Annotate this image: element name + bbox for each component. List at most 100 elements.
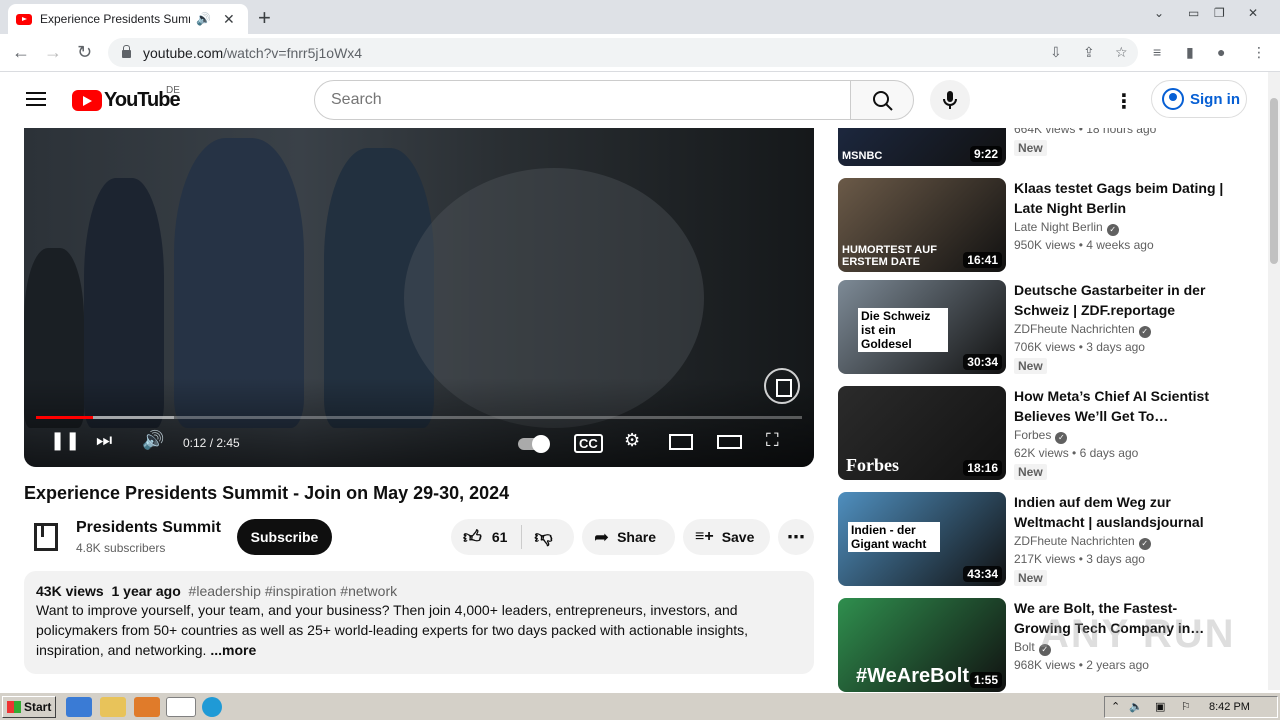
media-controls-icon[interactable]: ≡ <box>1153 44 1161 60</box>
more-actions-button[interactable]: ⋯ <box>778 519 814 555</box>
theater-mode-icon[interactable] <box>717 435 742 449</box>
subtitles-icon[interactable]: CC <box>574 434 603 453</box>
microphone-icon <box>943 91 957 109</box>
forward-icon[interactable]: → <box>44 42 62 63</box>
view-count: 43K views <box>36 583 104 599</box>
channel-name[interactable]: Presidents Summit <box>76 519 221 537</box>
system-tray: ⌃ 🔈 ▣ ⚐ 8:42 PM <box>1104 696 1278 718</box>
close-window-icon[interactable]: ✕ <box>1248 6 1258 20</box>
chrome-menu-icon[interactable]: ⋮ <box>1252 44 1266 61</box>
settings-gear-icon[interactable]: ⚙ <box>624 430 640 451</box>
taskbar-clock[interactable]: 8:42 PM <box>1209 701 1250 713</box>
duration-badge: 30:34 <box>963 354 1002 370</box>
recommendation-thumbnail[interactable]: #WeAreBolt 1:55 <box>838 598 1006 692</box>
youtube-play-logo-icon <box>72 90 102 111</box>
miniplayer-icon[interactable] <box>669 434 693 450</box>
thumbnail-overlay-text: Forbes <box>846 455 899 475</box>
upload-age: 1 year ago <box>111 583 181 599</box>
scrollbar-thumb[interactable] <box>1270 98 1278 264</box>
profile-icon[interactable]: ● <box>1217 44 1225 60</box>
volume-tray-icon[interactable]: 🔈 <box>1129 700 1143 713</box>
save-button[interactable]: ≡+ Save <box>683 519 770 555</box>
recommendation-info: How Meta’s Chief AI Scientist Believes W… <box>1014 386 1229 481</box>
verified-check-icon: ✓ <box>1106 224 1119 236</box>
recommendation-info: Indien auf dem Weg zur Weltmacht | ausla… <box>1014 492 1229 587</box>
recommendation-thumbnail[interactable]: Die Schweiz ist ein Goldesel 30:34 <box>838 280 1006 374</box>
fullscreen-icon[interactable]: ⛶ <box>766 430 779 451</box>
recommendation-thumbnail[interactable]: Forbes 18:16 <box>838 386 1006 480</box>
recommendation-card[interactable]: Die Schweiz ist ein Goldesel 30:34 Deutsch… <box>838 280 1238 374</box>
description-box[interactable]: 43K views 1 year ago #leadership #inspir… <box>24 571 814 674</box>
recommendation-thumbnail[interactable]: HUMORTEST AUF ERSTEM DATE 16:41 <box>838 178 1006 272</box>
next-icon[interactable]: ⏭ <box>96 430 112 451</box>
browser-tab[interactable]: Experience Presidents Summit - 🔊 ✕ <box>8 4 248 34</box>
new-badge: New <box>1014 570 1047 586</box>
side-panel-icon[interactable]: ▮ <box>1186 44 1194 61</box>
back-icon[interactable]: ← <box>12 42 30 63</box>
windows-taskbar: Start ⌃ 🔈 ▣ ⚐ 8:42 PM <box>0 692 1280 720</box>
share-button[interactable]: ➦ Share <box>582 519 675 555</box>
reload-icon[interactable]: ↻ <box>77 42 92 63</box>
address-bar[interactable]: youtube.com/watch?v=fnrr5j1oWx4 <box>108 38 1138 67</box>
bookmark-star-icon[interactable]: ☆ <box>1115 44 1128 61</box>
hashtags[interactable]: #leadership #inspiration #network <box>189 583 398 599</box>
tab-close-icon[interactable]: ✕ <box>223 11 235 28</box>
like-icon[interactable]: 👍︎ <box>463 526 482 548</box>
edge-icon[interactable] <box>202 697 222 717</box>
share-page-icon[interactable]: ⇪ <box>1083 44 1095 61</box>
subscribe-button[interactable]: Subscribe <box>237 519 332 555</box>
recommendation-title[interactable]: Deutsche Gastarbeiter in der Schweiz | Z… <box>1014 280 1229 320</box>
progress-bar[interactable] <box>36 416 802 419</box>
youtube-favicon-icon <box>16 13 32 25</box>
recommendation-card[interactable]: HUMORTEST AUF ERSTEM DATE 16:41 Klaas test… <box>838 178 1238 272</box>
search-button[interactable] <box>850 80 914 120</box>
file-explorer-icon[interactable] <box>100 697 126 717</box>
browser-tabstrip: Experience Presidents Summit - 🔊 ✕ + ⌄ ▭… <box>0 0 1280 34</box>
thumbnail-overlay-text: MSNBC <box>842 150 883 162</box>
recommendation-channel[interactable]: ZDFheute Nachrichten ✓ <box>1014 320 1229 338</box>
tray-expand-icon[interactable]: ⌃ <box>1111 700 1120 713</box>
recommendation-card[interactable]: Indien - der Gigant wacht 43:34 Indien auf… <box>838 492 1238 586</box>
recommendation-thumbnail[interactable]: Indien - der Gigant wacht 43:34 <box>838 492 1006 586</box>
flag-tray-icon[interactable]: ⚐ <box>1181 700 1191 713</box>
browser-toolbar: ← → ↻ youtube.com/watch?v=fnrr5j1oWx4 ⇩ … <box>0 34 1280 72</box>
minimize-icon[interactable]: ▭ <box>1188 6 1199 20</box>
network-tray-icon[interactable]: ▣ <box>1155 700 1165 713</box>
anyrun-watermark: ANY RUN <box>1040 612 1236 656</box>
youtube-logo[interactable]: YouTube DE <box>72 85 181 112</box>
recommendation-title[interactable]: Indien auf dem Weg zur Weltmacht | ausla… <box>1014 492 1229 532</box>
autoplay-toggle[interactable] <box>518 434 550 455</box>
audio-playing-icon[interactable]: 🔊 <box>196 12 211 26</box>
restore-icon[interactable]: ❐ <box>1214 6 1225 20</box>
page-scrollbar[interactable] <box>1268 72 1280 690</box>
guide-menu-icon[interactable] <box>26 92 46 106</box>
recommendation-channel[interactable]: Late Night Berlin ✓ <box>1014 218 1229 236</box>
like-count[interactable]: 61 <box>492 529 508 545</box>
video-player[interactable]: ❚❚ ⏭ 🔊 0:12 / 2:45 CC ⚙ ⛶ <box>24 128 814 467</box>
tab-search-icon[interactable]: ⌄ <box>1154 6 1164 20</box>
media-player-icon[interactable] <box>134 697 160 717</box>
recommendation-title[interactable]: Klaas testet Gags beim Dating | Late Nig… <box>1014 178 1229 218</box>
recommendation-card[interactable]: Forbes 18:16 How Meta’s Chief AI Scientist… <box>838 386 1238 480</box>
start-button[interactable]: Start <box>2 696 56 718</box>
chrome-taskbar-icon[interactable] <box>166 697 196 717</box>
playlist-add-icon: ≡+ <box>695 528 714 545</box>
voice-search-button[interactable] <box>930 80 970 120</box>
sign-in-button[interactable]: Sign in <box>1151 80 1247 118</box>
recommendation-channel[interactable]: Forbes ✓ <box>1014 426 1229 444</box>
settings-kebab-icon[interactable]: ⋮ <box>1114 89 1134 114</box>
dislike-icon[interactable]: 👎︎ <box>534 526 552 548</box>
show-more-link[interactable]: ...more <box>210 642 256 658</box>
channel-watermark[interactable] <box>764 368 800 404</box>
new-tab-icon[interactable]: + <box>258 5 271 31</box>
new-badge: New <box>1014 140 1047 156</box>
sign-in-label: Sign in <box>1190 90 1240 108</box>
volume-icon[interactable]: 🔊 <box>142 430 164 451</box>
search-input[interactable] <box>314 80 851 120</box>
pause-icon[interactable]: ❚❚ <box>50 430 80 451</box>
install-icon[interactable]: ⇩ <box>1050 44 1062 61</box>
recommendation-channel[interactable]: ZDFheute Nachrichten ✓ <box>1014 532 1229 550</box>
internet-explorer-icon[interactable] <box>66 697 92 717</box>
channel-avatar[interactable] <box>30 521 58 551</box>
recommendation-title[interactable]: How Meta’s Chief AI Scientist Believes W… <box>1014 386 1229 426</box>
